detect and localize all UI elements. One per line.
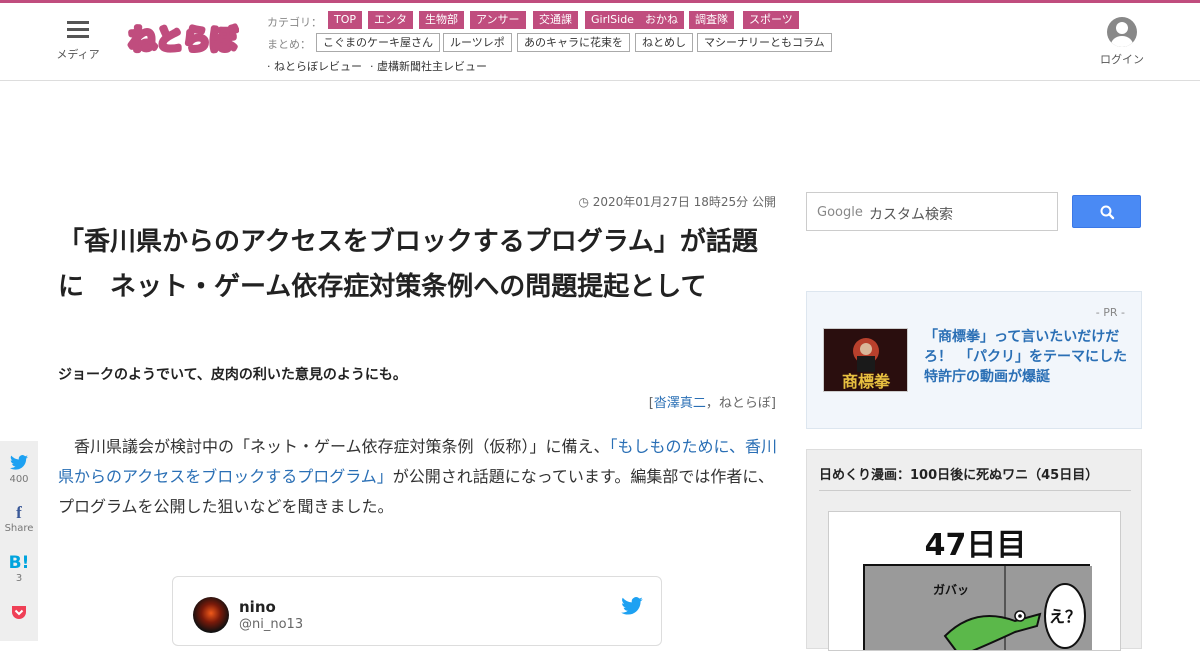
login-button[interactable]: ログイン bbox=[1100, 17, 1144, 67]
twitter-icon bbox=[10, 455, 28, 470]
search-icon bbox=[1100, 205, 1115, 220]
user-avatar-icon bbox=[1107, 17, 1137, 47]
svg-text:商標拳: 商標拳 bbox=[842, 372, 891, 391]
twitter-share-button[interactable]: 400 bbox=[0, 455, 38, 485]
hatena-icon: B! bbox=[8, 553, 30, 573]
category-koutsuka[interactable]: 交通課 bbox=[533, 11, 578, 29]
facebook-share-button[interactable]: f Share bbox=[0, 503, 38, 534]
hatena-count: 3 bbox=[15, 573, 23, 584]
pocket-icon bbox=[12, 606, 26, 619]
article-title: 「香川県からのアクセスをブロックするプログラム」が話題に ネット・ゲーム依存症対… bbox=[58, 227, 758, 302]
category-okane[interactable]: おかね bbox=[639, 11, 684, 29]
manga-title[interactable]: 日めくり漫画：100日後に死ぬワニ（45日目） bbox=[819, 464, 1098, 483]
media-menu-button[interactable]: メディア bbox=[56, 21, 100, 62]
publish-date: ◷ 2020年01月27日 18時25分 公開 bbox=[578, 195, 776, 209]
category-top[interactable]: TOP bbox=[328, 11, 363, 29]
article-lead: ジョークのようでいて、皮肉の利いた意見のようにも。 bbox=[58, 367, 407, 383]
manga-widget: 日めくり漫画：100日後に死ぬワニ（45日目） 47日目 ガバッ え？ bbox=[806, 449, 1142, 651]
site-logo[interactable]: ねとらぼ ねとらぼ bbox=[127, 17, 239, 63]
pocket-button[interactable] bbox=[0, 605, 38, 624]
twitter-count: 400 bbox=[9, 474, 29, 485]
search-placeholder: カスタム検索 bbox=[869, 207, 953, 223]
svg-text:ねとらぼ: ねとらぼ bbox=[129, 25, 238, 56]
site-header: メディア ねとらぼ ねとらぼ カテゴリ： TOP エンタ 生物部 アンサー 交通… bbox=[0, 3, 1200, 81]
hatena-bookmark-button[interactable]: B! 3 bbox=[0, 553, 38, 584]
matome-link[interactable]: こぐまのケーキ屋さん bbox=[316, 33, 440, 52]
pr-article-link[interactable]: 「商標拳」って言いたいだけだろ！ 「パクリ」をテーマにした特許庁の動画が爆誕 bbox=[924, 327, 1130, 387]
manga-panel-image[interactable]: 47日目 ガバッ え？ bbox=[828, 511, 1121, 651]
matome-link[interactable]: ルーツレポ bbox=[443, 33, 512, 52]
site-search-input[interactable]: Google カスタム検索 bbox=[806, 192, 1058, 231]
share-bar: 400 f Share B! 3 bbox=[0, 441, 38, 641]
category-label: カテゴリ： bbox=[267, 16, 322, 29]
category-girlside[interactable]: GirlSide bbox=[585, 11, 640, 29]
category-chousatai[interactable]: 調査隊 bbox=[689, 11, 734, 29]
manga-day-label: 47日目 bbox=[924, 528, 1027, 563]
tweet-author-name: nino bbox=[239, 598, 276, 616]
article-body: 香川県議会が検討中の「ネット・ゲーム依存症対策条例（仮称）」に備え、「もしものた… bbox=[58, 437, 778, 516]
pr-box: - PR - 商標拳 「商標拳」って言いたいだけだろ！ 「パクリ」をテーマにした… bbox=[806, 291, 1142, 429]
embedded-tweet[interactable]: nino @ni_no13 bbox=[172, 576, 662, 646]
category-enta[interactable]: エンタ bbox=[368, 11, 413, 29]
review-link[interactable]: · 虚構新聞社主レビュー bbox=[370, 58, 487, 74]
divider bbox=[819, 490, 1131, 491]
matome-label: まとめ： bbox=[267, 38, 311, 51]
svg-text:え？: え？ bbox=[1049, 607, 1081, 626]
tweet-avatar bbox=[193, 597, 229, 633]
author-link[interactable]: 沓澤真二 bbox=[654, 396, 706, 411]
review-link[interactable]: · ねとらぼレビュー bbox=[267, 58, 362, 74]
facebook-label: Share bbox=[4, 523, 34, 534]
hamburger-icon bbox=[67, 21, 89, 39]
facebook-icon: f bbox=[16, 503, 22, 522]
matome-link[interactable]: あのキャラに花束を bbox=[517, 33, 630, 52]
category-sports[interactable]: スポーツ bbox=[743, 11, 799, 29]
category-answer[interactable]: アンサー bbox=[470, 11, 526, 29]
pr-tag: - PR - bbox=[1095, 306, 1125, 319]
svg-text:ガバッ: ガバッ bbox=[933, 582, 969, 597]
manga-frame: ガバッ え？ bbox=[863, 564, 1092, 650]
search-button[interactable] bbox=[1072, 195, 1141, 228]
pr-thumbnail[interactable]: 商標拳 bbox=[823, 328, 908, 392]
matome-link[interactable]: マシーナリーともコラム bbox=[697, 33, 832, 52]
category-seibutsubu[interactable]: 生物部 bbox=[419, 11, 464, 29]
login-label: ログイン bbox=[1100, 53, 1144, 66]
google-brand-label: Google bbox=[817, 205, 863, 220]
twitter-bird-icon bbox=[621, 597, 643, 615]
matome-link[interactable]: ねとめし bbox=[635, 33, 693, 52]
media-menu-label: メディア bbox=[56, 48, 100, 61]
clock-icon: ◷ bbox=[578, 195, 593, 209]
site-credit: ねとらぼ bbox=[718, 396, 771, 411]
article-byline: [沓澤真二，ねとらぼ] bbox=[648, 396, 776, 411]
